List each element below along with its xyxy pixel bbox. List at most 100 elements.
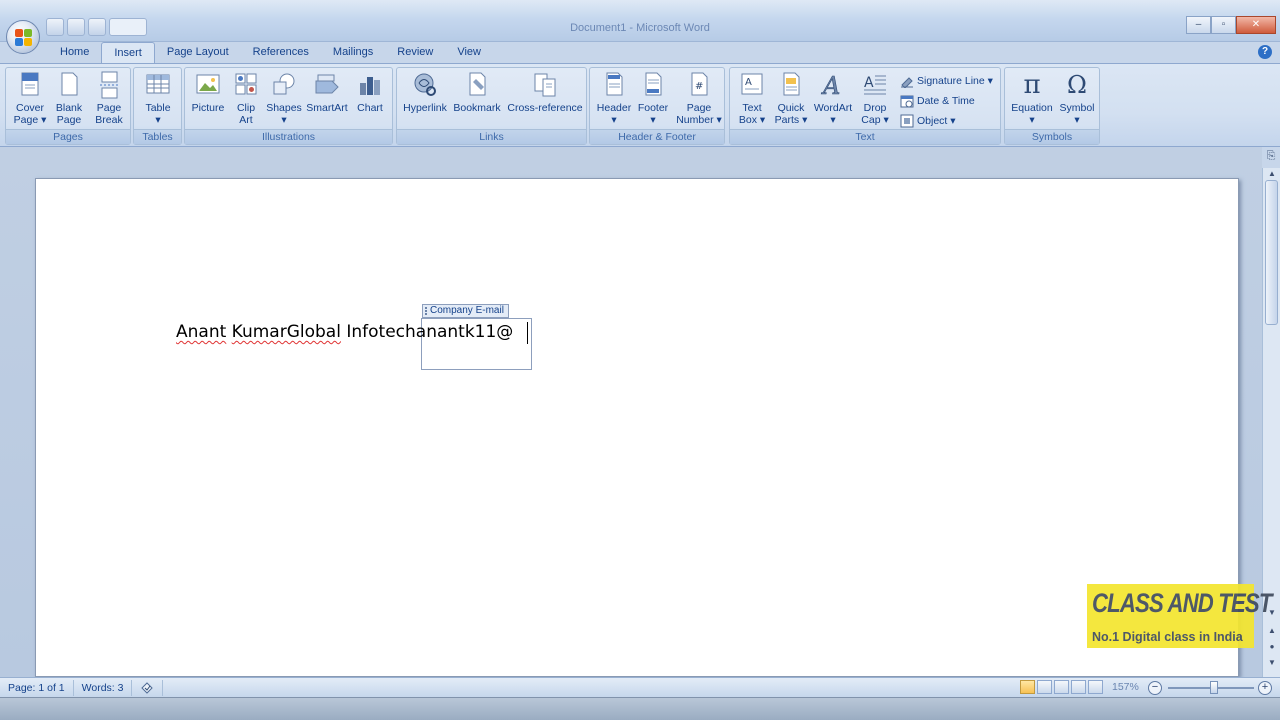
header-icon: [601, 71, 627, 99]
text-box-button[interactable]: A Text Box ▾: [734, 71, 770, 126]
group-header-footer: Header ▾ Footer ▾ # Page Number ▾ Header…: [589, 67, 725, 145]
cover-page-button[interactable]: Cover Page ▾: [11, 71, 49, 126]
ribbon-tabs: Home Insert Page Layout References Maili…: [0, 42, 1280, 64]
scroll-thumb[interactable]: [1265, 180, 1278, 325]
full-screen-reading-view-icon[interactable]: [1037, 680, 1052, 694]
window-title: Document1 - Microsoft Word: [570, 22, 710, 34]
equation-button[interactable]: π Equation ▾: [1009, 71, 1055, 126]
scroll-up-icon[interactable]: ▲: [1266, 169, 1278, 179]
quick-parts-icon: [778, 71, 804, 99]
group-label-symbols: Symbols: [1005, 129, 1099, 144]
next-page-icon[interactable]: ▼: [1266, 658, 1278, 668]
drop-cap-button[interactable]: A Drop Cap ▾: [856, 71, 894, 126]
svg-text:A: A: [821, 72, 840, 99]
bookmark-icon: [464, 71, 490, 99]
content-control-title[interactable]: Company E-mail: [422, 304, 509, 318]
object-button[interactable]: Object ▾: [900, 112, 956, 130]
group-illustrations: Picture Clip Art Shapes ▾ SmartArt Chart…: [184, 67, 393, 145]
quick-parts-button[interactable]: Quick Parts ▾: [772, 71, 810, 126]
outline-view-icon[interactable]: [1071, 680, 1086, 694]
drop-cap-icon: A: [862, 71, 888, 99]
close-button[interactable]: ✕: [1236, 16, 1276, 34]
clip-art-icon: [233, 71, 259, 99]
tab-page-layout[interactable]: Page Layout: [155, 42, 241, 64]
hyperlink-button[interactable]: Hyperlink: [401, 71, 449, 114]
group-text: A Text Box ▾ Quick Parts ▾ A WordArt ▾ A…: [729, 67, 1001, 145]
tab-home[interactable]: Home: [48, 42, 101, 64]
help-icon[interactable]: ?: [1258, 45, 1272, 59]
draft-view-icon[interactable]: [1088, 680, 1103, 694]
page-break-button[interactable]: Page Break: [90, 71, 128, 126]
cross-reference-icon: [532, 71, 558, 99]
smartart-icon: [314, 71, 340, 99]
symbol-button[interactable]: Ω Symbol ▾: [1057, 71, 1097, 126]
chart-button[interactable]: Chart: [351, 71, 389, 114]
clip-art-button[interactable]: Clip Art: [229, 71, 263, 126]
zoom-out-icon[interactable]: −: [1148, 681, 1162, 695]
date-time-button[interactable]: Date & Time: [900, 92, 975, 110]
object-icon: [900, 114, 914, 128]
wordart-button[interactable]: A WordArt ▾: [812, 71, 854, 126]
title-bar: Document1 - Microsoft Word – ▫ ✕: [0, 0, 1280, 42]
web-layout-view-icon[interactable]: [1054, 680, 1069, 694]
document-text[interactable]: Anant KumarGlobal Infotechanantk11@: [176, 322, 513, 342]
group-symbols: π Equation ▾ Ω Symbol ▾ Symbols: [1004, 67, 1100, 145]
shapes-icon: [271, 71, 297, 99]
group-tables: Table ▾ Tables: [133, 67, 182, 145]
watermark-logo: CLASS AND TEST No.1 Digital class in Ind…: [1087, 584, 1272, 648]
window-controls: – ▫ ✕: [1186, 16, 1276, 34]
picture-icon: [195, 71, 221, 99]
view-ruler-icon[interactable]: ⎘: [1262, 150, 1280, 168]
taskbar: [0, 697, 1280, 720]
bookmark-button[interactable]: Bookmark: [451, 71, 503, 114]
word-count[interactable]: Words: 3: [74, 679, 133, 696]
chart-icon: [357, 71, 383, 99]
watermark-tagline: No.1 Digital class in India: [1092, 630, 1243, 644]
smartart-button[interactable]: SmartArt: [305, 71, 349, 114]
footer-button[interactable]: Footer ▾: [634, 71, 672, 126]
previous-page-icon[interactable]: ▲: [1266, 626, 1278, 636]
signature-line-button[interactable]: Signature Line ▾: [900, 72, 993, 90]
proofing-icon[interactable]: [132, 679, 164, 696]
select-browse-object-icon[interactable]: ●: [1266, 642, 1278, 652]
blank-page-button[interactable]: Blank Page: [51, 71, 87, 126]
group-label-pages: Pages: [6, 129, 130, 144]
document-text-rest: Infotechanantk11@: [340, 322, 514, 342]
text-box-icon: A: [739, 71, 765, 99]
zoom-level[interactable]: 157%: [1112, 681, 1139, 693]
group-label-tables: Tables: [134, 129, 181, 144]
omega-icon: Ω: [1067, 71, 1087, 99]
tab-mailings[interactable]: Mailings: [321, 42, 385, 64]
svg-text:#: #: [695, 81, 703, 92]
spelling-flag-word: KumarGlobal: [231, 322, 341, 342]
footer-icon: [640, 71, 666, 99]
table-button[interactable]: Table ▾: [140, 71, 176, 126]
zoom-in-icon[interactable]: +: [1258, 681, 1272, 695]
tab-insert[interactable]: Insert: [101, 42, 155, 64]
minimize-button[interactable]: –: [1186, 16, 1211, 34]
picture-button[interactable]: Picture: [189, 71, 227, 114]
svg-text:A: A: [864, 75, 874, 91]
blank-page-icon: [56, 71, 82, 99]
group-pages: Cover Page ▾ Blank Page Page Break Pages: [5, 67, 131, 145]
print-layout-view-icon[interactable]: [1020, 680, 1035, 694]
shapes-button[interactable]: Shapes ▾: [265, 71, 303, 126]
tab-view[interactable]: View: [445, 42, 493, 64]
ribbon: Cover Page ▾ Blank Page Page Break Pages…: [0, 63, 1280, 147]
header-button[interactable]: Header ▾: [594, 71, 634, 126]
pi-icon: π: [1023, 70, 1041, 100]
text-cursor: [527, 322, 528, 344]
table-icon: [145, 71, 171, 99]
office-button[interactable]: [6, 20, 40, 54]
page-number-button[interactable]: # Page Number ▾: [676, 71, 722, 126]
cross-reference-button[interactable]: Cross-reference: [505, 71, 585, 114]
page-break-icon: [96, 71, 122, 99]
zoom-slider-thumb[interactable]: [1210, 681, 1218, 694]
page-count[interactable]: Page: 1 of 1: [0, 679, 74, 696]
maximize-button[interactable]: ▫: [1211, 16, 1236, 34]
status-bar: Page: 1 of 1 Words: 3 157% − +: [0, 677, 1280, 697]
tab-references[interactable]: References: [241, 42, 321, 64]
calendar-icon: [900, 94, 914, 108]
document-page[interactable]: [35, 178, 1239, 677]
tab-review[interactable]: Review: [385, 42, 445, 64]
